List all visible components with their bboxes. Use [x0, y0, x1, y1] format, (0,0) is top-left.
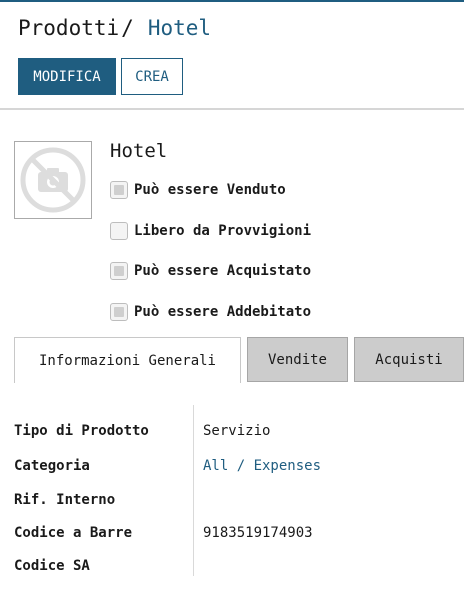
commission-free-label: Libero da Provvigioni	[134, 223, 312, 239]
can-be-charged-label: Può essere Addebitato	[134, 304, 312, 320]
can-be-sold-checkbox[interactable]	[110, 181, 128, 199]
can-be-purchased-row: Può essere Acquistato	[110, 261, 311, 281]
can-be-sold-row: Può essere Venduto	[110, 180, 286, 200]
tab-sales[interactable]: Vendite	[247, 337, 348, 382]
tab-purchases[interactable]: Acquisti	[354, 337, 464, 382]
edit-button[interactable]: MODIFICA	[18, 58, 116, 95]
notebook-tabs: Informazioni Generali Vendite Acquisti	[14, 337, 464, 383]
control-panel: Prodotti/ Hotel MODIFICA CREA	[0, 2, 464, 110]
product-type-value[interactable]: Servizio	[203, 423, 270, 439]
tab-general-info[interactable]: Informazioni Generali	[14, 337, 241, 383]
product-name[interactable]: Hotel	[110, 140, 167, 162]
camera-off-icon	[20, 147, 86, 213]
can-be-purchased-label: Può essere Acquistato	[134, 263, 312, 279]
can-be-purchased-checkbox[interactable]	[110, 262, 128, 280]
field-column-divider	[193, 405, 194, 576]
category-label: Categoria	[14, 458, 90, 474]
product-image[interactable]	[14, 141, 92, 219]
can-be-charged-row: Può essere Addebitato	[110, 302, 311, 322]
product-type-label: Tipo di Prodotto	[14, 423, 149, 439]
create-button[interactable]: CREA	[121, 58, 183, 95]
barcode-value[interactable]: 9183519174903	[203, 525, 313, 541]
can-be-sold-label: Può essere Venduto	[134, 182, 286, 198]
breadcrumb-parent[interactable]: Prodotti	[18, 16, 119, 40]
breadcrumb-separator: /	[121, 16, 134, 40]
commission-free-row: Libero da Provvigioni	[110, 221, 311, 241]
sa-code-label: Codice SA	[14, 558, 90, 574]
can-be-charged-checkbox[interactable]	[110, 303, 128, 321]
breadcrumb: Prodotti/ Hotel	[18, 16, 211, 40]
barcode-label: Codice a Barre	[14, 525, 133, 541]
breadcrumb-current: Hotel	[147, 16, 212, 40]
category-value[interactable]: All / Expenses	[203, 458, 321, 474]
commission-free-checkbox[interactable]	[110, 222, 128, 240]
internal-reference-label: Rif. Interno	[14, 492, 116, 508]
